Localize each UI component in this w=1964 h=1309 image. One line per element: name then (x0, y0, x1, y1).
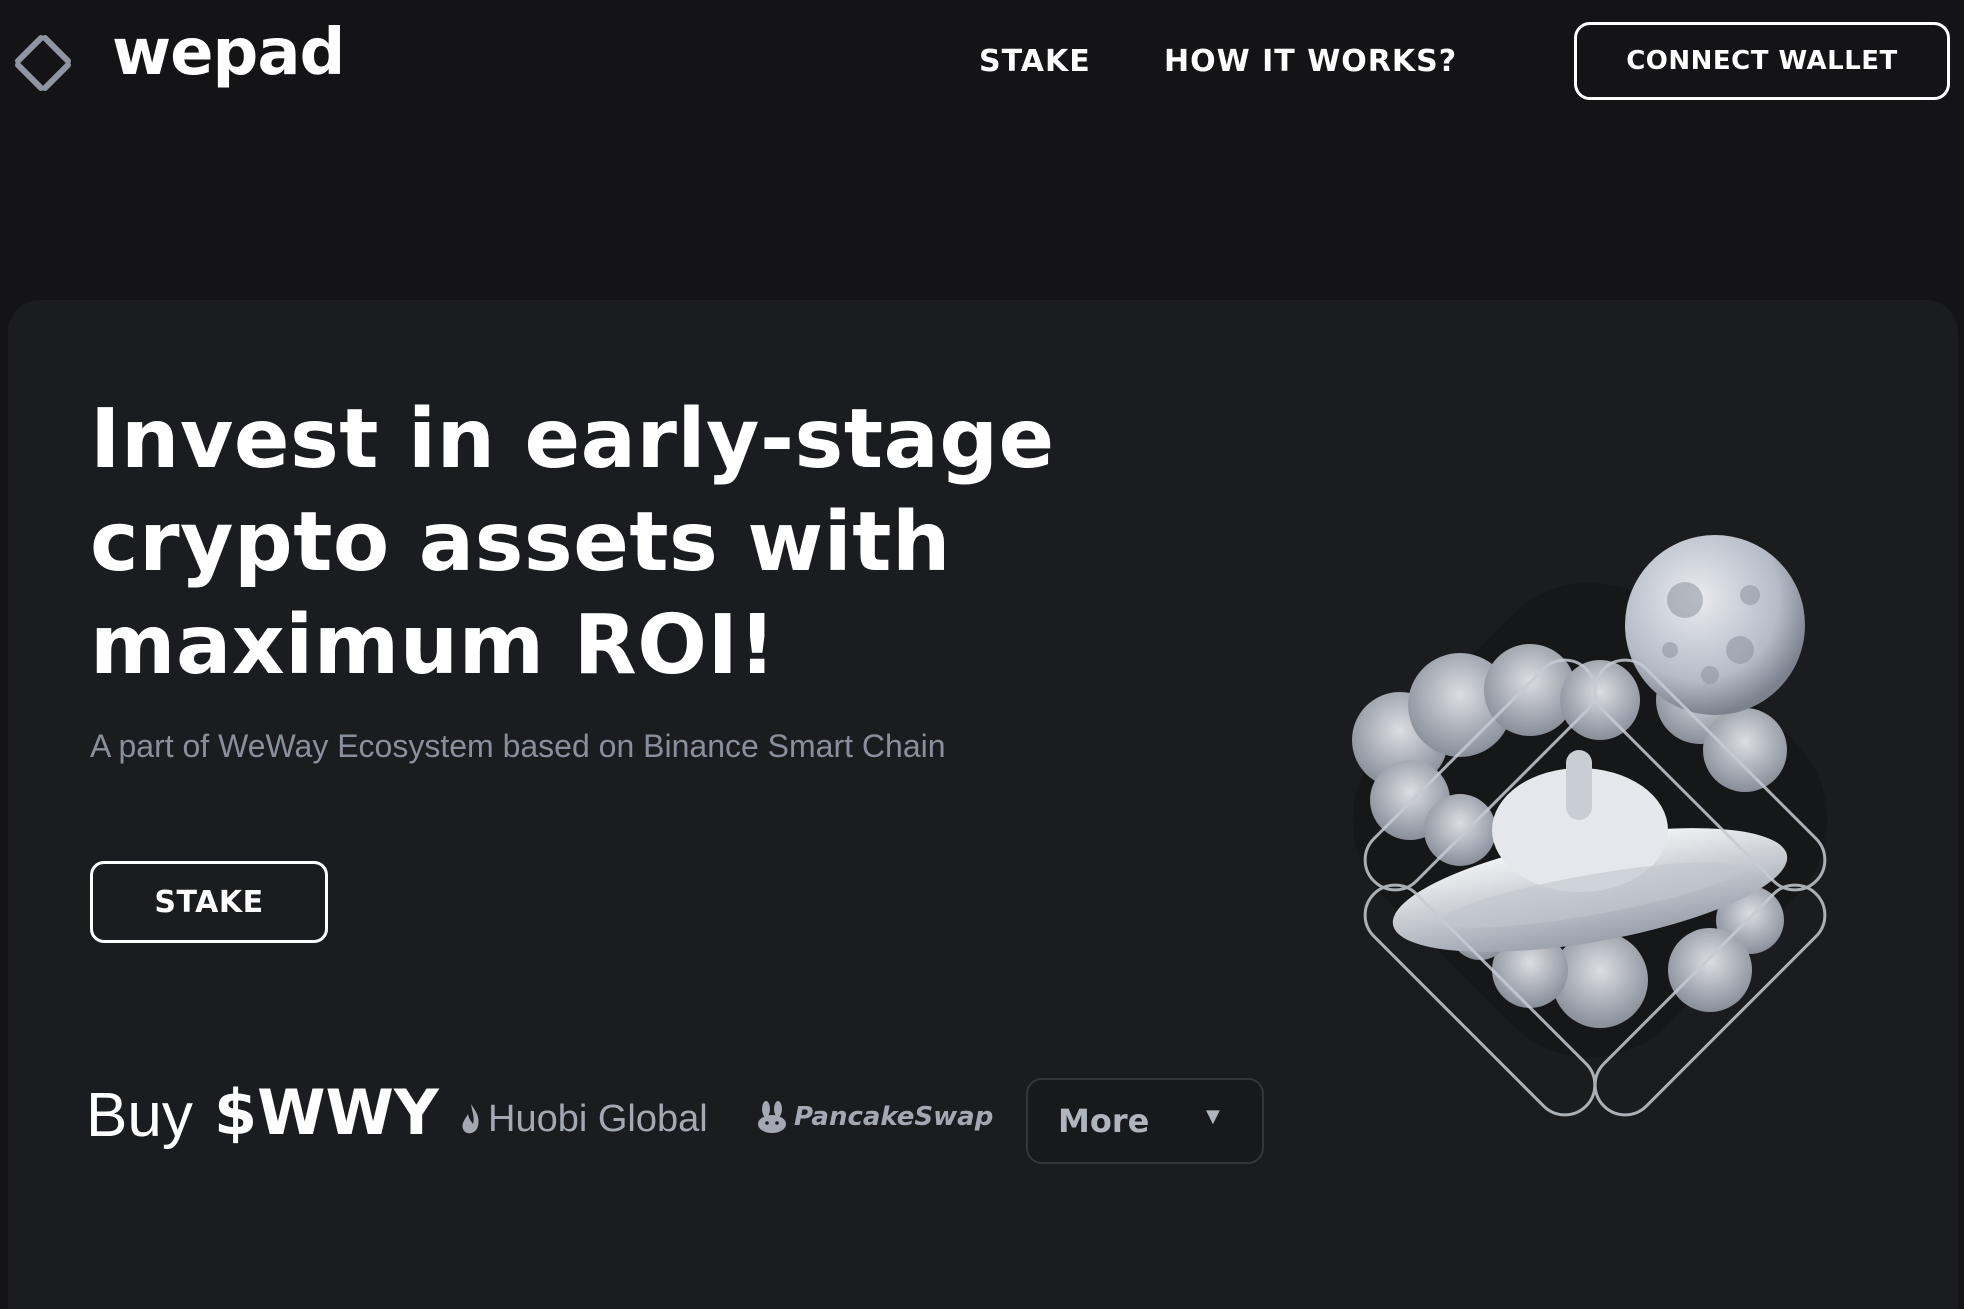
connect-wallet-button[interactable]: CONNECT WALLET (1574, 22, 1950, 100)
moon (1625, 535, 1805, 715)
exchange-name: PancakeSwap (794, 1102, 994, 1132)
more-label: More (1058, 1102, 1150, 1140)
token-ticker: $WWY (214, 1076, 439, 1149)
nav-how-it-works-link[interactable]: HOW IT WORKS? (1164, 44, 1457, 79)
headline-line: Invest in early-stage (90, 392, 1055, 487)
exchange-huobi-link[interactable]: Huobi Global (460, 1098, 708, 1141)
exchange-pancakeswap-link[interactable]: PancakeSwap (756, 1100, 993, 1134)
hero-stake-button[interactable]: STAKE (90, 861, 328, 943)
caret-down-icon: ▼ (1206, 1106, 1220, 1127)
hero-subline: A part of WeWay Ecosystem based on Binan… (90, 728, 946, 764)
nav-stake-link[interactable]: STAKE (979, 44, 1091, 79)
hero-headline: Invest in early-stage crypto assets with… (90, 388, 1240, 697)
pancake-bunny-icon (758, 1101, 786, 1133)
ufo-moon-clouds-illustration (1352, 535, 1828, 1117)
buy-label: Buy (86, 1081, 193, 1150)
headline-line: crypto assets with (90, 495, 951, 590)
headline-line: maximum ROI! (90, 598, 777, 693)
huobi-flame-icon (462, 1103, 479, 1133)
exchange-name: Huobi Global (488, 1098, 708, 1140)
more-exchanges-dropdown[interactable]: More ▼ (1026, 1078, 1264, 1164)
brand-logo-text[interactable]: wepad (112, 16, 345, 90)
diamond-outline-icon[interactable] (8, 28, 78, 98)
site-header: wepad STAKE HOW IT WORKS? CONNECT WALLET (0, 0, 1964, 130)
